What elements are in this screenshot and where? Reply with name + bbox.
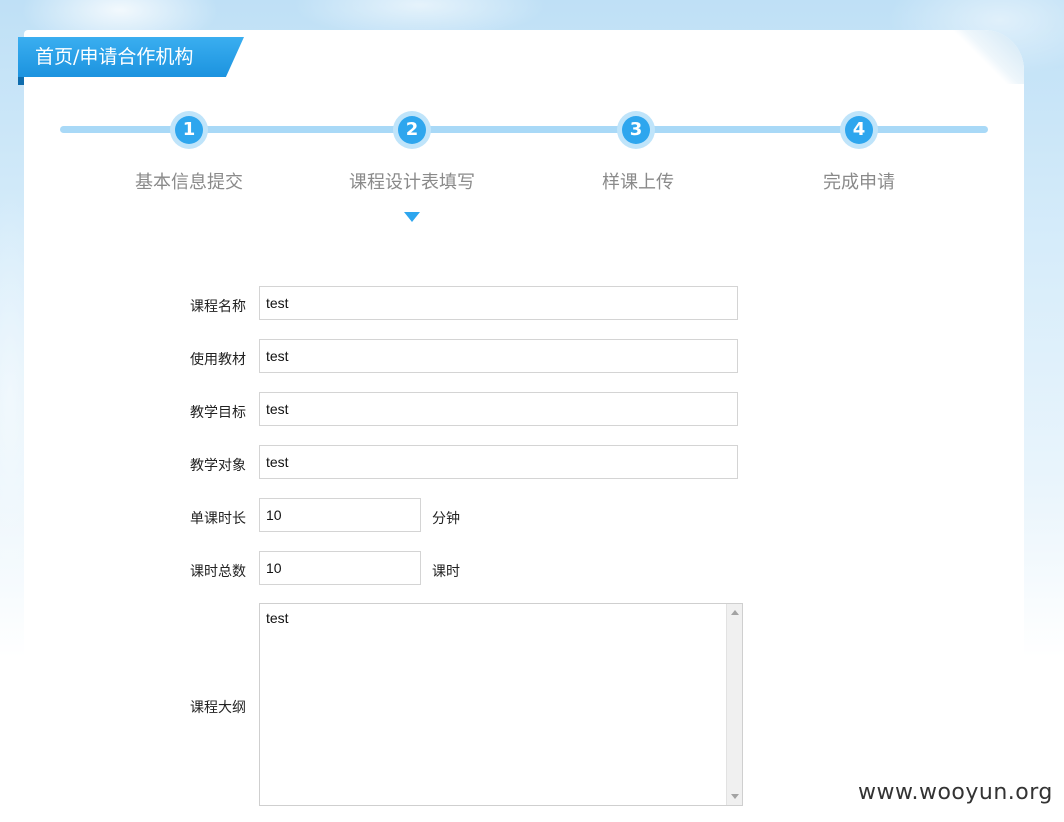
teaching-audience-input[interactable]: [259, 445, 738, 479]
step-number: 3: [622, 116, 650, 144]
total-lessons-unit: 课时: [432, 564, 460, 580]
teaching-goal-label: 教学目标: [190, 405, 246, 421]
step-2-label: 课程设计表填写: [349, 172, 475, 193]
lesson-duration-unit: 分钟: [432, 511, 460, 527]
total-lessons-input[interactable]: [259, 551, 421, 585]
outline-label: 课程大纲: [190, 700, 246, 716]
step-4-indicator: 4: [840, 111, 878, 149]
breadcrumb[interactable]: 首页/申请合作机构: [18, 37, 244, 77]
course-name-input[interactable]: [259, 286, 738, 320]
current-step-pointer-icon: [404, 212, 420, 222]
step-number: 1: [175, 116, 203, 144]
step-3-label: 样课上传: [602, 172, 674, 193]
teaching-audience-label: 教学对象: [190, 458, 246, 474]
step-1-indicator: 1: [170, 111, 208, 149]
scroll-up-icon[interactable]: [731, 610, 739, 615]
step-1-label: 基本信息提交: [135, 172, 243, 193]
course-name-label: 课程名称: [190, 299, 246, 315]
teaching-goal-input[interactable]: [259, 392, 738, 426]
lesson-duration-input[interactable]: [259, 498, 421, 532]
total-lessons-label: 课时总数: [190, 564, 246, 580]
step-number: 4: [845, 116, 873, 144]
step-3-indicator: 3: [617, 111, 655, 149]
step-2-indicator: 2: [393, 111, 431, 149]
textbook-input[interactable]: [259, 339, 738, 373]
outline-scrollbar[interactable]: [726, 604, 742, 805]
step-4-label: 完成申请: [823, 172, 895, 193]
outline-textarea[interactable]: test: [259, 603, 743, 806]
lesson-duration-label: 单课时长: [190, 511, 246, 527]
textbook-label: 使用教材: [190, 352, 246, 368]
watermark: www.wooyun.org: [858, 780, 1053, 805]
scroll-down-icon[interactable]: [731, 794, 739, 799]
breadcrumb-fold: [18, 77, 24, 85]
step-number: 2: [398, 116, 426, 144]
